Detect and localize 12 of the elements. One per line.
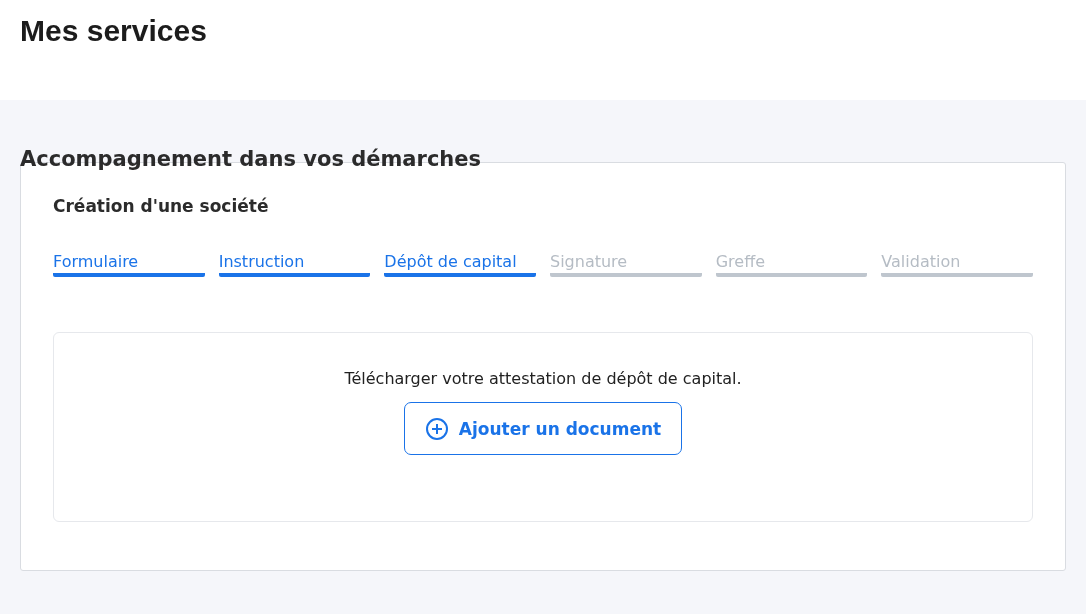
page-title: Mes services — [20, 13, 208, 48]
card-title: Création d'une société — [53, 196, 270, 216]
plus-circle-icon — [424, 416, 449, 441]
progress-step: Greffe — [715, 252, 868, 277]
progress-step: Instruction — [218, 252, 371, 277]
progress-step: Validation — [881, 252, 1033, 277]
progress-step: Signature — [550, 252, 702, 277]
progress-step: Dépôt de capital — [384, 252, 536, 277]
upload-message: Télécharger votre attestation de dépôt de capital. — [344, 369, 742, 388]
progress-step: Formulaire — [53, 252, 205, 277]
section-title: Accompagnement dans vos démarches — [20, 146, 483, 172]
add-document-button[interactable]: Ajouter un document — [404, 402, 682, 455]
